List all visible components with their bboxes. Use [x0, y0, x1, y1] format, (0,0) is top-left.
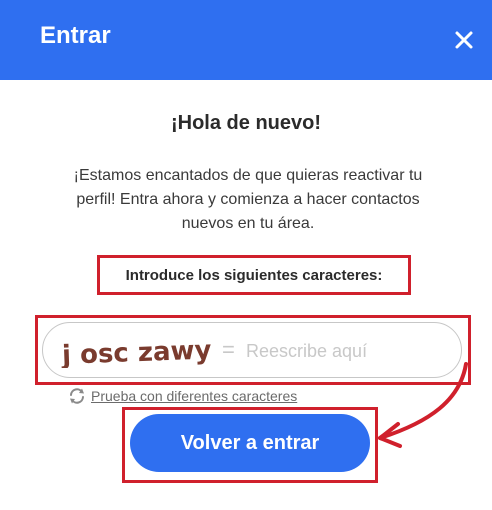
modal-title: Entrar [40, 22, 111, 49]
captcha-characters: j osc zawy [61, 336, 212, 368]
login-again-button[interactable]: Volver a entrar [130, 414, 370, 472]
refresh-captcha-label: Prueba con diferentes caracteres [91, 388, 298, 404]
modal-header: Entrar [0, 0, 492, 80]
refresh-icon [70, 388, 84, 404]
refresh-captcha-link[interactable]: Prueba con diferentes caracteres [68, 386, 297, 406]
captcha-image: j osc zawy [61, 336, 212, 368]
instruction-highlight: Introduce los siguientes caracteres: [97, 255, 411, 295]
close-icon [455, 31, 473, 49]
welcome-message: ¡Estamos encantados de que quieras react… [58, 164, 438, 236]
welcome-message-line: ¡Estamos encantados de que quieras react… [73, 167, 423, 184]
welcome-message-line: perfil! Entra ahora y comienza a hacer c… [76, 191, 420, 208]
captcha-instruction: Introduce los siguientes caracteres: [125, 266, 383, 284]
welcome-message-line: nuevos en tu área. [181, 215, 315, 232]
captcha-input[interactable] [246, 337, 446, 365]
equals-sign: = [222, 337, 235, 362]
close-button[interactable] [450, 26, 478, 54]
greeting-heading: ¡Hola de nuevo! [170, 112, 321, 134]
